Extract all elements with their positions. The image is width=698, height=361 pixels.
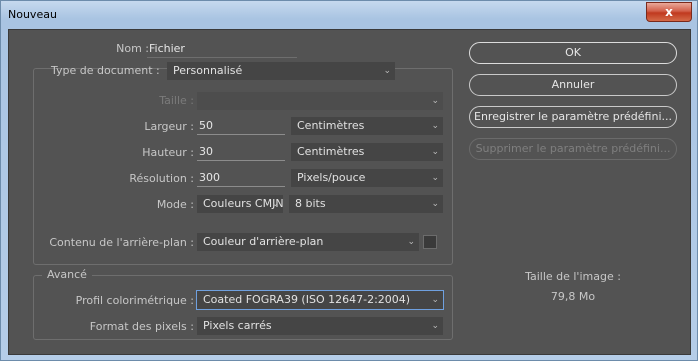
height-input[interactable]: 30 (197, 143, 285, 161)
resolution-label: Résolution : (129, 172, 194, 185)
pixel-format-label: Format des pixels : (89, 320, 194, 333)
bit-depth-select[interactable]: 8 bits ⌄ (289, 195, 443, 213)
color-mode-select[interactable]: Couleurs CMJN ⌄ (197, 195, 284, 213)
chevron-down-icon: ⌄ (431, 199, 439, 209)
background-color-swatch[interactable] (423, 235, 437, 249)
title-bar[interactable]: Nouveau x (1, 1, 697, 29)
chevron-down-icon: ⌄ (271, 199, 279, 209)
close-icon: x (665, 5, 673, 19)
chevron-down-icon: ⌄ (383, 66, 391, 76)
chevron-down-icon: ⌄ (431, 147, 439, 157)
chevron-down-icon: ⌄ (431, 295, 439, 305)
delete-preset-button: Supprimer le paramètre prédéfini... (469, 138, 677, 160)
image-size-label: Taille de l'image : (525, 270, 621, 283)
name-label: Nom : (116, 42, 149, 55)
width-label: Largeur : (144, 120, 194, 133)
close-button[interactable]: x (646, 2, 692, 22)
chevron-down-icon: ⌄ (431, 96, 439, 106)
size-label: Taille : (159, 94, 194, 107)
dialog-body: Nom : Fichier Type de document : Personn… (8, 29, 691, 355)
doc-type-value: Personnalisé (173, 64, 243, 77)
doc-type-label: Type de document : (51, 64, 160, 77)
height-label: Hauteur : (142, 146, 194, 159)
color-profile-label: Profil colorimétrique : (75, 294, 194, 307)
chevron-down-icon: ⌄ (407, 237, 415, 247)
pixel-format-select[interactable]: Pixels carrés ⌄ (197, 317, 443, 335)
name-input[interactable]: Fichier (147, 40, 297, 58)
height-unit-value: Centimètres (297, 145, 365, 158)
width-input[interactable]: 50 (197, 117, 285, 135)
background-value: Couleur d'arrière-plan (203, 235, 324, 248)
ok-button[interactable]: OK (469, 42, 677, 64)
background-select[interactable]: Couleur d'arrière-plan ⌄ (197, 233, 419, 251)
bit-depth-value: 8 bits (295, 197, 326, 210)
chevron-down-icon: ⌄ (431, 121, 439, 131)
resolution-input[interactable]: 300 (197, 169, 285, 187)
mode-label: Mode : (156, 198, 194, 211)
width-unit-select[interactable]: Centimètres ⌄ (291, 117, 443, 135)
cancel-button[interactable]: Annuler (469, 74, 677, 96)
advanced-legend: Avancé (42, 268, 92, 281)
height-unit-select[interactable]: Centimètres ⌄ (291, 143, 443, 161)
save-preset-button[interactable]: Enregistrer le paramètre prédéfini... (469, 106, 677, 128)
resolution-unit-select[interactable]: Pixels/pouce ⌄ (291, 169, 443, 187)
size-select: ⌄ (197, 92, 443, 110)
background-label: Contenu de l'arrière-plan : (49, 236, 194, 249)
window-title: Nouveau (8, 8, 57, 21)
color-profile-value: Coated FOGRA39 (ISO 12647-2:2004) (203, 293, 411, 306)
dialog-window: Nouveau x Nom : Fichier Type de document… (0, 0, 698, 361)
image-size-value: 79,8 Mo (550, 290, 596, 303)
chevron-down-icon: ⌄ (431, 173, 439, 183)
doc-type-select[interactable]: Personnalisé ⌄ (167, 62, 395, 80)
pixel-format-value: Pixels carrés (203, 319, 272, 332)
resolution-unit-value: Pixels/pouce (297, 171, 366, 184)
width-unit-value: Centimètres (297, 119, 365, 132)
chevron-down-icon: ⌄ (431, 321, 439, 331)
color-profile-select[interactable]: Coated FOGRA39 (ISO 12647-2:2004) ⌄ (196, 290, 444, 310)
